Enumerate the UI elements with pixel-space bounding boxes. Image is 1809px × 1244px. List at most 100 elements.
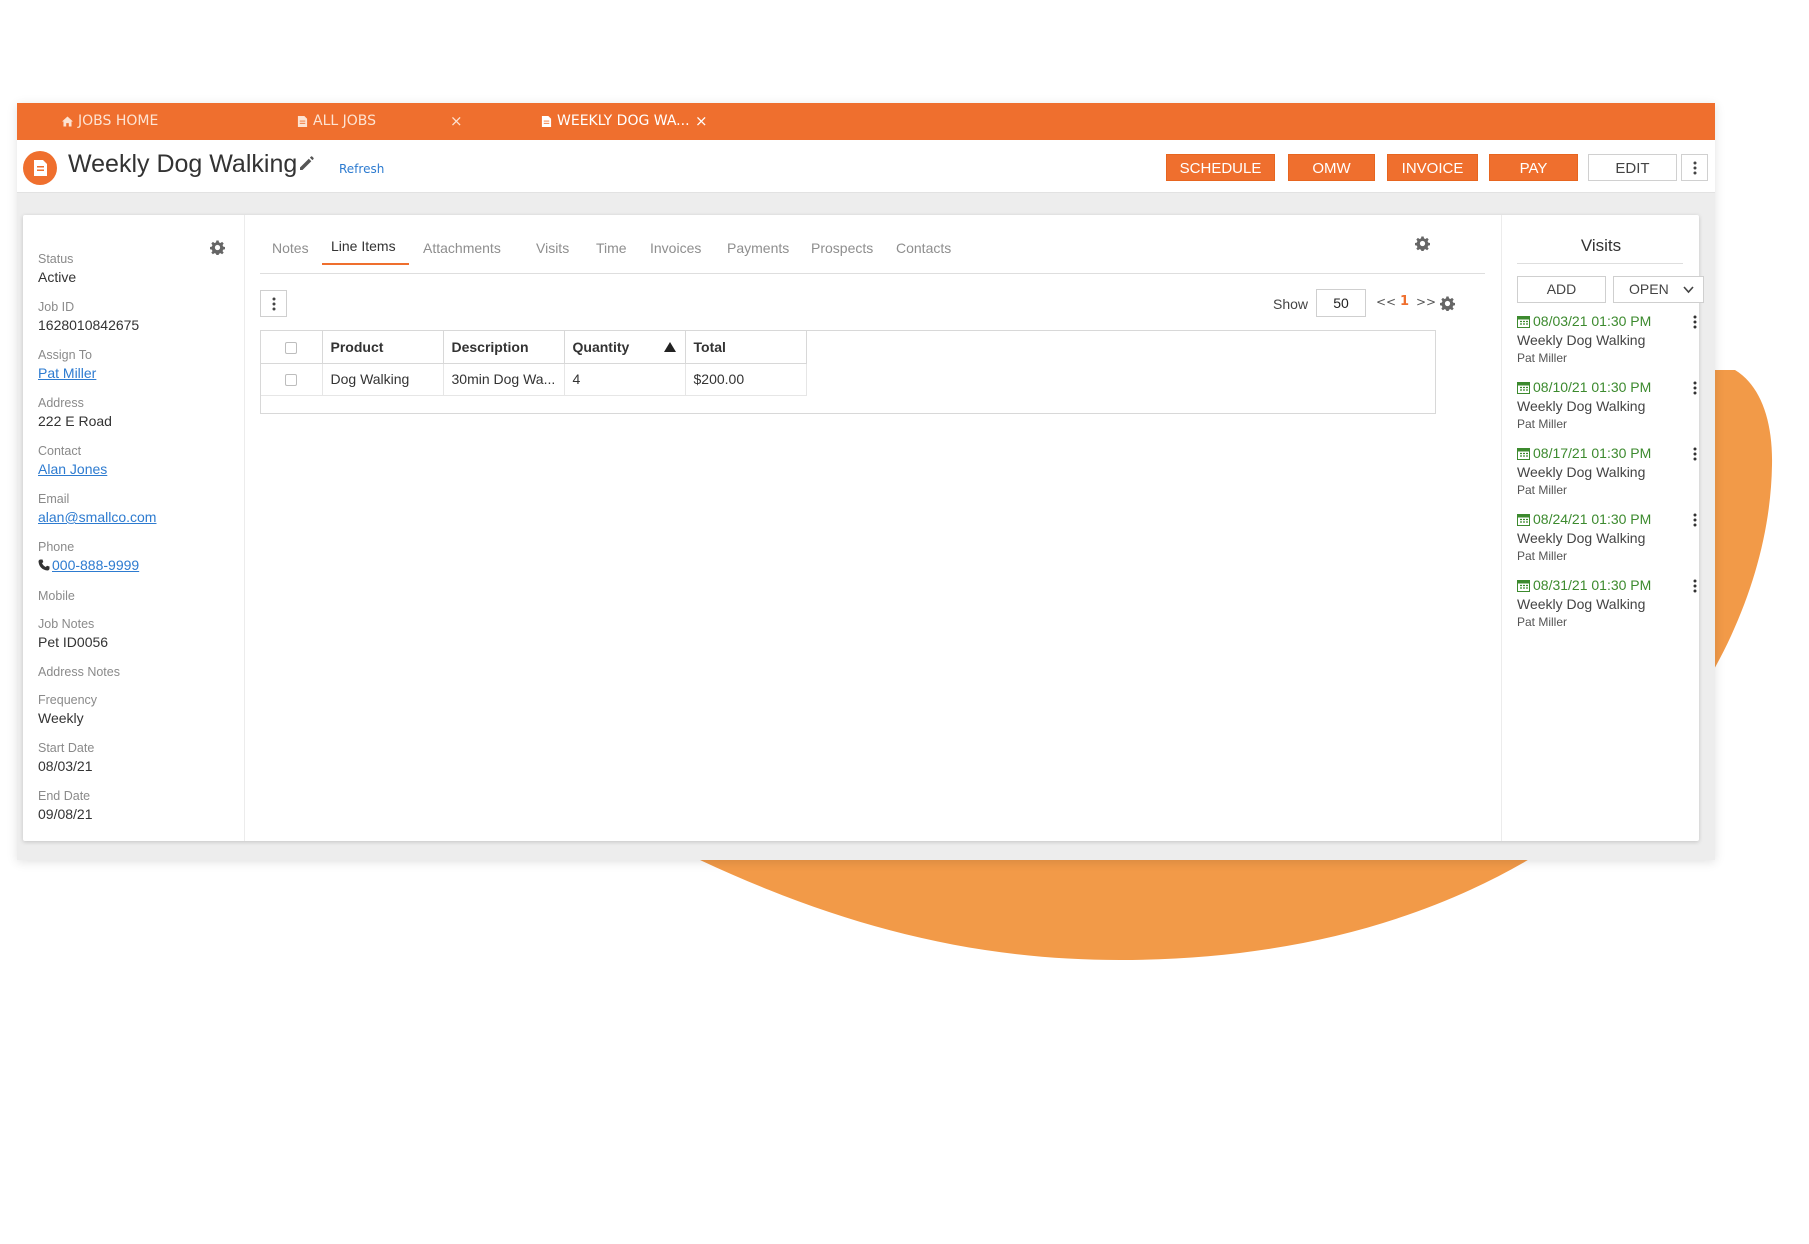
line-items-grid: Product Description Quantity Total Dog W… (260, 330, 1436, 414)
assign-to-label: Assign To (38, 348, 92, 362)
page-title: Weekly Dog Walking (68, 150, 298, 178)
tab-prospects[interactable]: Prospects (811, 240, 873, 256)
line-items-table: Product Description Quantity Total Dog W… (261, 331, 807, 396)
visits-divider (1517, 263, 1683, 264)
select-all-cell (261, 331, 323, 364)
tab-time[interactable]: Time (596, 240, 627, 256)
invoice-button[interactable]: INVOICE (1387, 154, 1478, 181)
page-size-input[interactable] (1316, 289, 1366, 317)
cell-description: 30min Dog Wa... (443, 363, 565, 396)
more-options-icon[interactable] (1681, 154, 1708, 181)
visit-date: 08/24/21 01:30 PM (1533, 511, 1652, 527)
visit-filter-label: OPEN (1629, 281, 1669, 297)
visit-options-icon[interactable] (1690, 577, 1700, 595)
frequency-label: Frequency (38, 693, 98, 707)
visit-date-link[interactable]: 08/17/21 01:30 PM (1517, 445, 1651, 461)
visit-filter-dropdown[interactable]: OPEN (1613, 276, 1704, 303)
status-label: Status (38, 252, 74, 266)
visit-date-link[interactable]: 08/10/21 01:30 PM (1517, 379, 1651, 395)
pager-current-page[interactable]: 1 (1400, 294, 1409, 309)
title-bar: Weekly Dog Walking Refresh SCHEDULE OMW … (17, 140, 1715, 193)
visit-date: 08/31/21 01:30 PM (1533, 577, 1652, 593)
tab-contacts[interactable]: Contacts (896, 240, 951, 256)
active-tab-indicator (322, 263, 409, 265)
visit-person: Pat Miller (1517, 351, 1568, 365)
visit-options-icon[interactable] (1690, 313, 1700, 331)
visit-options-icon[interactable] (1690, 511, 1700, 529)
refresh-link[interactable]: Refresh (339, 162, 384, 176)
column-header-quantity[interactable]: Quantity (564, 331, 686, 364)
column-header-label: Quantity (572, 338, 630, 355)
tab-weekly-close-icon[interactable]: × (695, 103, 708, 140)
visit-person: Pat Miller (1517, 483, 1568, 497)
visit-name: Weekly Dog Walking (1517, 398, 1646, 414)
phone-row: 000-888-9999 (38, 557, 139, 573)
table-row[interactable]: Dog Walking 30min Dog Wa... 4 $200.00 (261, 363, 807, 396)
phone-link[interactable]: 000-888-9999 (52, 557, 139, 573)
contact-link[interactable]: Alan Jones (38, 461, 107, 477)
edit-button[interactable]: EDIT (1588, 154, 1677, 181)
select-all-checkbox[interactable] (285, 342, 298, 355)
tab-line-items[interactable]: Line Items (331, 238, 396, 254)
calendar-icon (1517, 447, 1530, 460)
phone-label: Phone (38, 540, 75, 554)
tab-label: JOBS HOME (78, 113, 159, 129)
pager-next-button[interactable]: >> (1416, 295, 1436, 309)
job-notes-value: Pet ID0056 (38, 634, 109, 650)
gear-icon[interactable] (1415, 236, 1430, 251)
assign-to-link[interactable]: Pat Miller (38, 365, 96, 381)
cell-product: Dog Walking (322, 363, 444, 396)
calendar-icon (1517, 513, 1530, 526)
visit-date: 08/10/21 01:30 PM (1533, 379, 1652, 395)
tab-weekly-dog-walking[interactable]: WEEKLY DOG WA... (541, 103, 690, 140)
visit-date: 08/17/21 01:30 PM (1533, 445, 1652, 461)
cell-total: $200.00 (685, 363, 807, 396)
tab-jobs-home[interactable]: JOBS HOME (62, 103, 158, 140)
gear-icon[interactable] (1440, 296, 1455, 311)
job-id-value: 1628010842675 (38, 317, 140, 333)
tab-invoices[interactable]: Invoices (650, 240, 701, 256)
pay-button[interactable]: PAY (1489, 154, 1578, 181)
tab-visits[interactable]: Visits (536, 240, 569, 256)
pager-prev-button[interactable]: << (1376, 295, 1396, 309)
tab-payments[interactable]: Payments (727, 240, 789, 256)
visit-person: Pat Miller (1517, 615, 1568, 629)
tab-notes[interactable]: Notes (272, 240, 309, 256)
line-items-panel: Notes Line Items Attachments Visits Time… (245, 215, 1501, 841)
visit-date-link[interactable]: 08/03/21 01:30 PM (1517, 313, 1651, 329)
tab-label: WEEKLY DOG WA... (557, 113, 690, 129)
sort-ascending-icon (663, 342, 676, 352)
tab-all-jobs-close-icon[interactable]: × (450, 103, 463, 140)
tab-attachments[interactable]: Attachments (423, 240, 501, 256)
visit-name: Weekly Dog Walking (1517, 596, 1646, 612)
column-header-total[interactable]: Total (685, 331, 807, 364)
tab-all-jobs[interactable]: ALL JOBS (297, 103, 376, 140)
add-visit-button[interactable]: ADD (1517, 276, 1606, 303)
column-header-description[interactable]: Description (443, 331, 565, 364)
visit-date: 08/03/21 01:30 PM (1533, 313, 1652, 329)
visit-name: Weekly Dog Walking (1517, 332, 1646, 348)
tab-divider (260, 273, 1485, 274)
omw-button[interactable]: OMW (1288, 154, 1375, 181)
row-checkbox[interactable] (285, 374, 298, 387)
visit-date-link[interactable]: 08/24/21 01:30 PM (1517, 511, 1651, 527)
list-item: 08/03/21 01:30 PM Weekly Dog Walking Pat… (1517, 313, 1700, 379)
column-header-product[interactable]: Product (322, 331, 444, 364)
visits-panel: Visits ADD OPEN 08/03/21 01:30 PM Weekly… (1501, 215, 1704, 841)
job-info-panel: Status Active Job ID 1628010842675 Assig… (23, 215, 245, 841)
gear-icon[interactable] (210, 240, 225, 255)
row-select-cell (261, 363, 323, 396)
file-icon (297, 116, 308, 127)
job-detail-card: Status Active Job ID 1628010842675 Assig… (23, 215, 1704, 841)
pencil-icon[interactable] (298, 154, 316, 172)
email-link[interactable]: alan@smallco.com (38, 509, 156, 525)
chevron-down-icon (1683, 286, 1694, 294)
visit-date-link[interactable]: 08/31/21 01:30 PM (1517, 577, 1651, 593)
schedule-button[interactable]: SCHEDULE (1166, 154, 1275, 181)
home-icon (62, 116, 73, 127)
list-item: 08/17/21 01:30 PM Weekly Dog Walking Pat… (1517, 445, 1700, 511)
visit-options-icon[interactable] (1690, 379, 1700, 397)
table-header-row: Product Description Quantity Total (261, 331, 807, 364)
grid-options-icon[interactable] (260, 290, 287, 317)
visit-options-icon[interactable] (1690, 445, 1700, 463)
